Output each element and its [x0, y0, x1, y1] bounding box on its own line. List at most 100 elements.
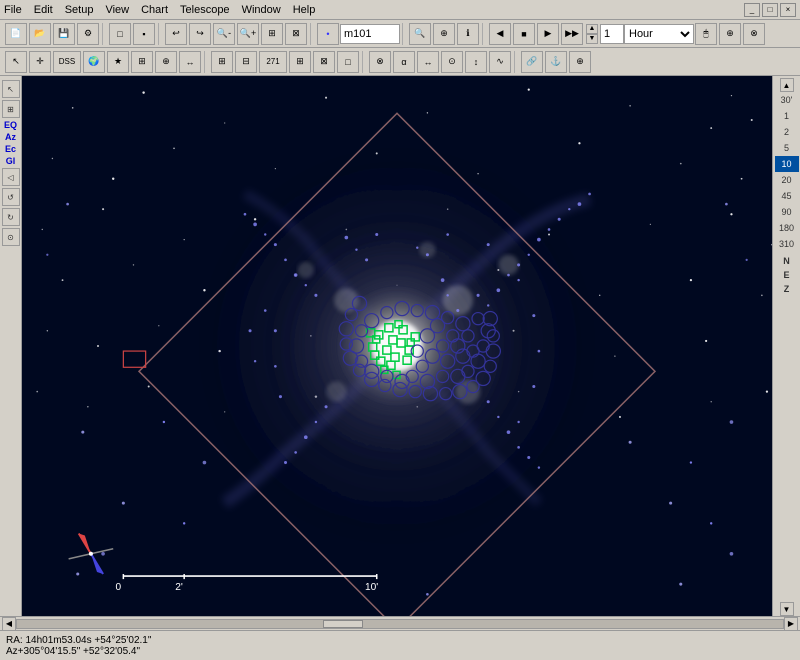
- hscroll-track[interactable]: [16, 619, 784, 629]
- tool-e4[interactable]: ⊙: [441, 51, 463, 73]
- settings-button[interactable]: ⚙: [77, 23, 99, 45]
- tool-c2[interactable]: ⊟: [235, 51, 257, 73]
- close-button[interactable]: ×: [780, 3, 796, 17]
- info-button[interactable]: ℹ: [457, 23, 479, 45]
- zoom-45[interactable]: 45: [775, 188, 799, 204]
- zoom-310[interactable]: 310: [775, 236, 799, 252]
- menu-setup[interactable]: Setup: [65, 4, 94, 16]
- vscroll-up[interactable]: ▲: [780, 78, 794, 92]
- rect-button[interactable]: □: [109, 23, 131, 45]
- menu-chart[interactable]: Chart: [141, 4, 168, 16]
- zoom-area-button[interactable]: ⊞: [261, 23, 283, 45]
- zoom-in-button[interactable]: 🔍+: [237, 23, 259, 45]
- sep3: [310, 23, 314, 45]
- tool-b3[interactable]: ↔: [179, 51, 201, 73]
- rate-select[interactable]: Second Minute Hour Day Week Month Year: [624, 24, 694, 44]
- menu-help[interactable]: Help: [293, 4, 316, 16]
- main-area: ↖ ⊞ EQ Az Ec Gl ◁ ↺ ↻ ⊙: [0, 76, 800, 616]
- toolbar-row1: 📄 📂 💾 ⚙ □ ▪ ↩ ↪ 🔍- 🔍+ ⊞ ⊠ • m101 🔍 ⊕ ℹ ◀…: [0, 20, 800, 48]
- planet-button[interactable]: 🌍: [83, 51, 105, 73]
- statusbar: RA: 14h01m53.04s +54°25'02.1" Az+305°04'…: [0, 630, 800, 660]
- sidebar-btn1[interactable]: ↖: [2, 80, 20, 98]
- new-button[interactable]: 📄: [5, 23, 27, 45]
- maximize-button[interactable]: □: [762, 3, 778, 17]
- zoom-2[interactable]: 2: [775, 124, 799, 140]
- num-btn[interactable]: 271: [259, 51, 287, 73]
- tool-e6[interactable]: ∿: [489, 51, 511, 73]
- tool-select[interactable]: ↖: [5, 51, 27, 73]
- zoom-180[interactable]: 180: [775, 220, 799, 236]
- step-down-button[interactable]: ▼: [586, 34, 598, 44]
- star-button[interactable]: ★: [107, 51, 129, 73]
- center-button[interactable]: ⊕: [433, 23, 455, 45]
- zoom-10[interactable]: 10: [775, 156, 799, 172]
- tool-b1[interactable]: ⊞: [131, 51, 153, 73]
- zoom-fit-button[interactable]: ⊠: [285, 23, 307, 45]
- menu-file[interactable]: File: [4, 4, 22, 16]
- sidebar-btn3[interactable]: ◁: [2, 168, 20, 186]
- menu-view[interactable]: View: [105, 4, 129, 16]
- prev-button[interactable]: ◀: [489, 23, 511, 45]
- redo-button[interactable]: ↪: [189, 23, 211, 45]
- chart-area[interactable]: 0 2' 10': [22, 76, 772, 616]
- tool-e3[interactable]: ↔: [417, 51, 439, 73]
- zoom-1[interactable]: 1: [775, 108, 799, 124]
- object-input[interactable]: m101: [340, 24, 400, 44]
- hscrollbar: ◀ ▶: [0, 616, 800, 630]
- step-input[interactable]: 1: [600, 24, 624, 44]
- tool-c1[interactable]: ⊞: [211, 51, 233, 73]
- anchor-button[interactable]: ⚓: [545, 51, 567, 73]
- label-az[interactable]: Az: [5, 132, 16, 142]
- menu-edit[interactable]: Edit: [34, 4, 53, 16]
- vscroll-down[interactable]: ▼: [780, 602, 794, 616]
- menu-telescope[interactable]: Telescope: [180, 4, 230, 16]
- find-button[interactable]: 🔍: [409, 23, 431, 45]
- undo-button[interactable]: ↩: [165, 23, 187, 45]
- label-ec[interactable]: Ec: [5, 144, 16, 154]
- step-up-button[interactable]: ▲: [586, 24, 598, 34]
- save-button[interactable]: 💾: [53, 23, 75, 45]
- btn-a2[interactable]: ⊕: [719, 23, 741, 45]
- hscroll-right[interactable]: ▶: [784, 617, 798, 631]
- sidebar-btn5[interactable]: ↻: [2, 208, 20, 226]
- dot-button[interactable]: •: [317, 23, 339, 45]
- label-eq[interactable]: EQ: [4, 120, 17, 130]
- btn-a1[interactable]: 🖱: [695, 23, 717, 45]
- zoom-out-button[interactable]: 🔍-: [213, 23, 235, 45]
- label-gl[interactable]: Gl: [6, 156, 16, 166]
- tool-e2[interactable]: α: [393, 51, 415, 73]
- tool-d2[interactable]: ⊠: [313, 51, 335, 73]
- sidebar-btn6[interactable]: ⊙: [2, 228, 20, 246]
- fast-forward-button[interactable]: ▶▶: [561, 23, 583, 45]
- hscroll-left[interactable]: ◀: [2, 617, 16, 631]
- open-button[interactable]: 📂: [29, 23, 51, 45]
- target-button[interactable]: ⊕: [569, 51, 591, 73]
- next-button[interactable]: ▶: [537, 23, 559, 45]
- sep6: [204, 51, 208, 73]
- tool-cross[interactable]: ✛: [29, 51, 51, 73]
- direction-e: E: [783, 270, 789, 280]
- hscroll-thumb[interactable]: [323, 620, 363, 628]
- tool-b2[interactable]: ⊕: [155, 51, 177, 73]
- menu-window[interactable]: Window: [242, 4, 281, 16]
- svg-text:0: 0: [115, 582, 121, 593]
- zoom-30arcmin[interactable]: 30': [775, 92, 799, 108]
- zoom-90[interactable]: 90: [775, 204, 799, 220]
- sidebar-btn2[interactable]: ⊞: [2, 100, 20, 118]
- tool-e5[interactable]: ↕: [465, 51, 487, 73]
- tool-d1[interactable]: ⊞: [289, 51, 311, 73]
- zoom-20[interactable]: 20: [775, 172, 799, 188]
- dss-button[interactable]: DSS: [53, 51, 81, 73]
- sep2: [158, 23, 162, 45]
- link-button[interactable]: 🔗: [521, 51, 543, 73]
- stop-button[interactable]: ■: [513, 23, 535, 45]
- toolbar-row2: ↖ ✛ DSS 🌍 ★ ⊞ ⊕ ↔ ⊞ ⊟ 271 ⊞ ⊠ □ ⊗ α ↔ ⊙ …: [0, 48, 800, 76]
- btn-a3[interactable]: ⊗: [743, 23, 765, 45]
- tool-d3[interactable]: □: [337, 51, 359, 73]
- zoom-5[interactable]: 5: [775, 140, 799, 156]
- status-ra: RA: 14h01m53.04s +54°25'02.1": [6, 635, 794, 646]
- rect2-button[interactable]: ▪: [133, 23, 155, 45]
- minimize-button[interactable]: _: [744, 3, 760, 17]
- tool-e1[interactable]: ⊗: [369, 51, 391, 73]
- sidebar-btn4[interactable]: ↺: [2, 188, 20, 206]
